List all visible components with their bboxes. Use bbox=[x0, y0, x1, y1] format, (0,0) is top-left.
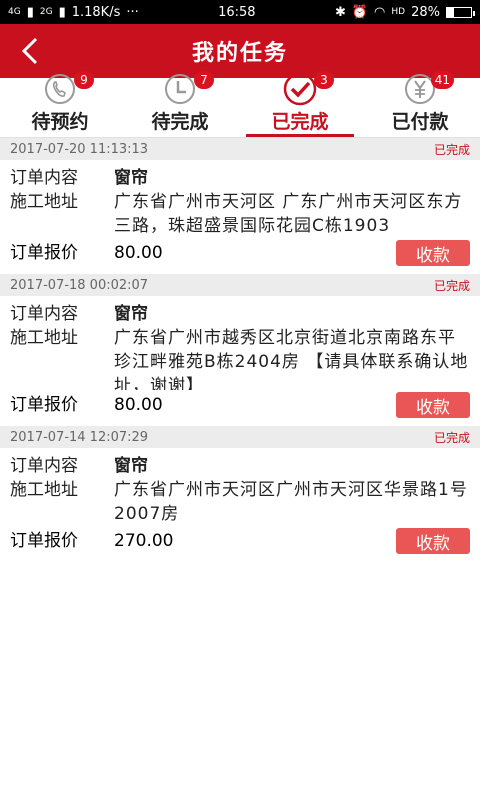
clock-time: 16:58 bbox=[218, 4, 256, 20]
network-4g-indicator: 4G bbox=[8, 7, 21, 17]
order-card[interactable]: 2017-07-14 12:07:29 已完成 订单内容 窗帘 施工地址 广东省… bbox=[0, 426, 480, 562]
price-label: 订单报价 bbox=[10, 395, 78, 415]
order-header: 2017-07-20 11:13:13 已完成 bbox=[0, 138, 480, 160]
order-header: 2017-07-14 12:07:29 已完成 bbox=[0, 426, 480, 448]
order-price: 80.00 bbox=[114, 243, 163, 263]
content-label: 订单内容 bbox=[10, 456, 78, 476]
battery-icon bbox=[445, 6, 475, 18]
clock-icon bbox=[165, 74, 195, 104]
collect-payment-button[interactable]: 收款 bbox=[396, 392, 470, 418]
order-status: 已完成 bbox=[433, 142, 470, 157]
check-icon bbox=[283, 72, 317, 106]
order-content: 窗帘 bbox=[114, 168, 148, 188]
order-content: 窗帘 bbox=[114, 456, 148, 476]
page-title: 我的任务 bbox=[191, 41, 288, 66]
tab-badge: 3 bbox=[314, 71, 334, 89]
hd-indicator: HD bbox=[391, 7, 406, 17]
tab-label: 已完成 bbox=[271, 111, 329, 133]
network-2g-indicator: 2G bbox=[39, 7, 53, 17]
order-address: 广东省广州市天河区 广东广州市天河区东方三路，珠超盛景国际花园C栋1903 bbox=[114, 192, 463, 236]
tab-label: 已付款 bbox=[391, 111, 449, 133]
content-label: 订单内容 bbox=[10, 304, 78, 324]
phone-icon bbox=[45, 74, 75, 104]
price-label: 订单报价 bbox=[10, 531, 78, 551]
address-label: 施工地址 bbox=[10, 192, 78, 212]
order-header: 2017-07-18 00:02:07 已完成 bbox=[0, 274, 480, 296]
signal-icon-2: ▮ bbox=[58, 4, 66, 20]
collect-payment-button[interactable]: 收款 bbox=[396, 240, 470, 266]
order-status: 已完成 bbox=[433, 278, 470, 293]
order-address: 广东省广州市越秀区北京街道北京南路东平珍江畔雅苑B栋2404房 【请具体联系确认… bbox=[114, 328, 469, 390]
tab-pending-appointment[interactable]: 9 待预约 bbox=[0, 71, 120, 137]
more-indicator: ··· bbox=[126, 4, 139, 20]
signal-icon: ▮ bbox=[26, 4, 34, 20]
order-address: 广东省广州市天河区广州市天河区华景路1号2007房 bbox=[114, 480, 468, 524]
wifi-icon: ◠ bbox=[374, 4, 386, 20]
app-header: 我的任务 bbox=[0, 24, 480, 78]
order-datetime: 2017-07-18 00:02:07 bbox=[10, 277, 149, 293]
tab-completed[interactable]: 3 已完成 bbox=[240, 71, 360, 137]
status-bar: 4G ▮ 2G ▮ 1.18K/s ··· 16:58 ✱ ⏰ ◠ HD 28% bbox=[0, 0, 480, 24]
order-price: 80.00 bbox=[114, 395, 163, 415]
tab-label: 待预约 bbox=[31, 111, 89, 133]
network-speed: 1.18K/s bbox=[71, 4, 121, 20]
address-label: 施工地址 bbox=[10, 480, 78, 500]
tab-badge: 7 bbox=[194, 71, 214, 89]
order-card[interactable]: 2017-07-20 11:13:13 已完成 订单内容 窗帘 施工地址 广东省… bbox=[0, 138, 480, 274]
order-status: 已完成 bbox=[433, 430, 470, 445]
order-content: 窗帘 bbox=[114, 304, 148, 324]
collect-payment-button[interactable]: 收款 bbox=[396, 528, 470, 554]
tab-paid[interactable]: 41 已付款 bbox=[360, 71, 480, 137]
alarm-icon: ⏰ bbox=[351, 4, 369, 20]
bluetooth-icon: ✱ bbox=[334, 4, 346, 20]
price-label: 订单报价 bbox=[10, 243, 78, 263]
content-label: 订单内容 bbox=[10, 168, 78, 188]
tab-badge: 9 bbox=[74, 71, 94, 89]
tab-pending-complete[interactable]: 7 待完成 bbox=[120, 71, 240, 137]
battery-percent: 28% bbox=[411, 4, 440, 20]
order-card[interactable]: 2017-07-18 00:02:07 已完成 订单内容 窗帘 施工地址 广东省… bbox=[0, 274, 480, 426]
back-button[interactable] bbox=[12, 33, 48, 69]
tab-label: 待完成 bbox=[151, 111, 209, 133]
tab-badge: 41 bbox=[430, 71, 454, 89]
order-datetime: 2017-07-20 11:13:13 bbox=[10, 141, 149, 157]
task-tabs: 9 待预约 7 待完成 3 已完成 41 已付款 bbox=[0, 71, 480, 138]
address-label: 施工地址 bbox=[10, 328, 78, 348]
order-price: 270.00 bbox=[114, 531, 174, 551]
order-datetime: 2017-07-14 12:07:29 bbox=[10, 429, 149, 445]
chevron-left-icon bbox=[21, 37, 38, 65]
